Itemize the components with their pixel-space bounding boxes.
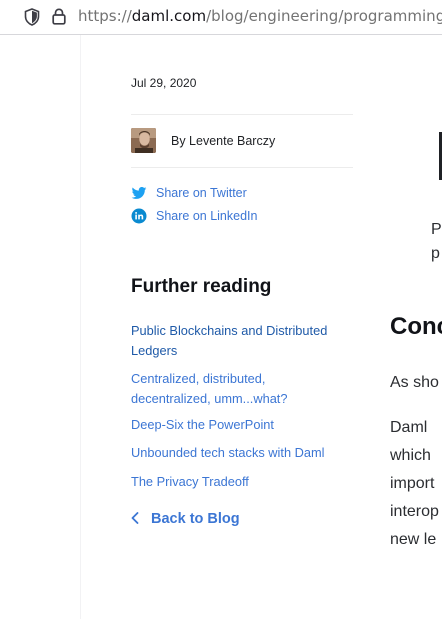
divider <box>131 114 353 115</box>
url-prefix: https:// <box>78 7 132 25</box>
reading-link[interactable]: The Privacy Tradeoff <box>131 472 249 492</box>
chevron-left-icon <box>131 509 139 528</box>
url-text[interactable]: https://daml.com/blog/engineering/progra… <box>78 7 442 25</box>
divider <box>131 167 353 168</box>
back-to-blog-label: Back to Blog <box>151 510 240 527</box>
twitter-icon <box>131 185 147 201</box>
post-date: Jul 29, 2020 <box>131 76 197 90</box>
share-twitter-label: Share on Twitter <box>156 186 247 200</box>
article-text: interop <box>390 503 439 520</box>
article-text: new le <box>390 531 437 548</box>
address-bar[interactable]: https://daml.com/blog/engineering/progra… <box>0 0 442 35</box>
article-text: which <box>390 447 431 464</box>
article-text: p <box>431 245 440 262</box>
reading-link[interactable]: Centralized, distributed, decentralized,… <box>131 369 311 408</box>
share-linkedin-label: Share on LinkedIn <box>156 209 258 223</box>
share-twitter-link[interactable]: Share on Twitter <box>131 185 247 201</box>
avatar <box>131 128 156 153</box>
share-linkedin-link[interactable]: Share on LinkedIn <box>131 208 257 224</box>
reading-link[interactable]: Public Blockchains and Distributed Ledge… <box>131 321 353 360</box>
article-text: Daml <box>390 419 428 436</box>
further-reading-heading: Further reading <box>131 276 272 297</box>
blog-page: Jul 29, 2020 By Levente Barczy Share on … <box>0 35 442 619</box>
reading-link[interactable]: Deep-Six the PowerPoint <box>131 415 274 435</box>
left-divider <box>80 35 81 619</box>
url-path: /blog/engineering/programming-sm <box>206 7 442 25</box>
article-body-cutoff: P p Conc As sho Daml which import intero… <box>390 35 442 619</box>
shield-icon[interactable] <box>24 8 40 30</box>
back-to-blog-link[interactable]: Back to Blog <box>131 509 240 528</box>
article-text: P <box>431 221 442 238</box>
reading-link[interactable]: Unbounded tech stacks with Daml <box>131 443 324 463</box>
url-domain: daml.com <box>131 7 207 25</box>
linkedin-icon <box>131 208 147 224</box>
article-heading: Conc <box>390 313 442 340</box>
author-name: By Levente Barczy <box>171 133 276 148</box>
article-text: As sho <box>390 374 439 391</box>
author-block: By Levente Barczy <box>131 128 275 153</box>
article-text: import <box>390 475 435 492</box>
lock-icon[interactable] <box>52 8 66 29</box>
